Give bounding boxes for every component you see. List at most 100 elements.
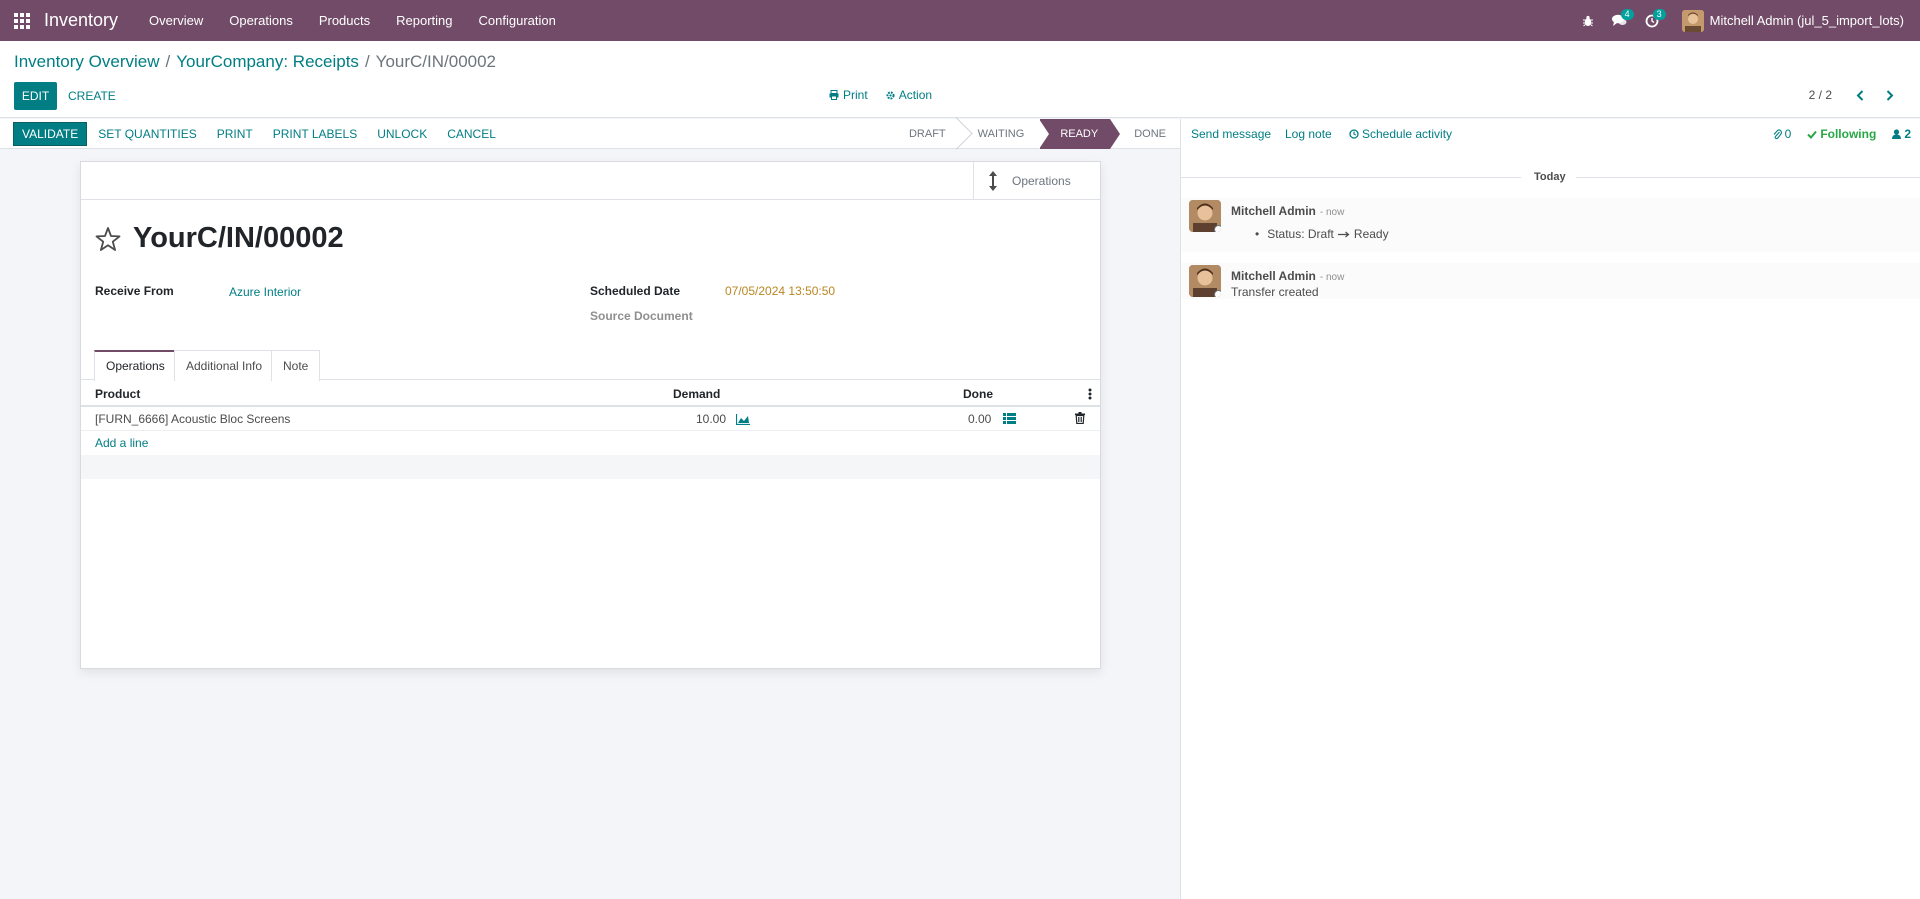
arrow-right-icon xyxy=(1337,231,1350,237)
app-brand[interactable]: Inventory xyxy=(44,10,118,31)
table-header: Product Demand Done xyxy=(81,380,1100,407)
cancel-button[interactable]: CANCEL xyxy=(437,122,506,146)
user-name: Mitchell Admin (jul_5_import_lots) xyxy=(1709,13,1904,28)
breadcrumb: Inventory Overview / YourCompany: Receip… xyxy=(14,52,496,72)
clock-icon xyxy=(1349,129,1359,139)
operations-table: Product Demand Done [FURN_6666] Acoustic… xyxy=(81,380,1100,479)
chatter-topbar: Send message Log note Schedule activity … xyxy=(1181,119,1920,149)
presence-dot xyxy=(1214,290,1221,297)
message-author[interactable]: Mitchell Admin - now xyxy=(1231,204,1344,218)
add-line-link[interactable]: Add a line xyxy=(95,436,148,450)
add-line-row: Add a line xyxy=(81,431,1100,455)
source-document-label: Source Document xyxy=(590,309,693,323)
menu-configuration[interactable]: Configuration xyxy=(466,0,569,41)
row-done: 0.00 xyxy=(968,412,992,426)
followers-button[interactable]: 2 xyxy=(1892,127,1911,141)
breadcrumb-inventory-overview[interactable]: Inventory Overview xyxy=(14,52,160,72)
receive-from-field[interactable]: Azure Interior xyxy=(229,285,301,299)
chatter-message: Mitchell Admin - now • Status: Draft Read… xyxy=(1181,198,1920,252)
stage-waiting[interactable]: WAITING xyxy=(962,119,1033,149)
menu-overview[interactable]: Overview xyxy=(136,0,216,41)
tracking-old-value: Status: Draft xyxy=(1267,227,1334,241)
forecast-chart-icon[interactable] xyxy=(736,414,750,425)
smart-button-box: Operations xyxy=(81,162,1100,200)
validate-button[interactable]: VALIDATE xyxy=(13,122,88,146)
star-icon[interactable] xyxy=(95,226,121,252)
print-menu-button[interactable]: Print xyxy=(829,88,868,102)
presence-dot xyxy=(1214,225,1221,232)
messages-icon[interactable]: 4 xyxy=(1604,0,1636,41)
chatter-message: Mitchell Admin - now Transfer created xyxy=(1181,263,1920,299)
pager-previous-icon[interactable] xyxy=(1852,86,1868,104)
column-product[interactable]: Product xyxy=(95,387,140,401)
gear-icon xyxy=(886,90,895,100)
user-menu[interactable]: Mitchell Admin (jul_5_import_lots) xyxy=(1668,0,1920,41)
print-labels-button[interactable]: PRINT LABELS xyxy=(263,122,367,146)
operations-smart-button[interactable]: Operations xyxy=(973,162,1100,200)
operations-smart-label: Operations xyxy=(1012,174,1071,188)
followers-count: 2 xyxy=(1904,127,1911,141)
message-body: Transfer created xyxy=(1231,285,1319,299)
activities-icon[interactable]: 3 xyxy=(1636,0,1668,41)
column-demand[interactable]: Demand xyxy=(673,387,720,401)
menu-products[interactable]: Products xyxy=(306,0,383,41)
print-button[interactable]: PRINT xyxy=(207,122,263,146)
vertical-arrows-icon xyxy=(989,171,997,191)
print-menu-label: Print xyxy=(843,88,868,102)
tab-operations[interactable]: Operations xyxy=(94,350,177,381)
create-button[interactable]: CREATE xyxy=(68,82,116,110)
menu-reporting[interactable]: Reporting xyxy=(383,0,465,41)
pager-value[interactable]: 2 / 2 xyxy=(1809,88,1832,102)
action-menu-button[interactable]: Action xyxy=(886,88,932,102)
breadcrumb-separator: / xyxy=(364,52,370,71)
attachments-button[interactable]: 0 xyxy=(1773,127,1791,141)
empty-row xyxy=(81,455,1100,479)
printer-icon xyxy=(829,90,839,100)
activities-badge: 3 xyxy=(1652,9,1666,20)
form-view: VALIDATE SET QUANTITIES PRINT PRINT LABE… xyxy=(0,119,1180,899)
scheduled-date-field[interactable]: 07/05/2024 13:50:50 xyxy=(725,284,835,298)
tab-note[interactable]: Note xyxy=(271,350,321,381)
author-avatar[interactable] xyxy=(1189,265,1221,297)
column-done[interactable]: Done xyxy=(963,387,993,401)
menu-operations[interactable]: Operations xyxy=(216,0,306,41)
set-quantities-button[interactable]: SET QUANTITIES xyxy=(88,122,206,146)
breadcrumb-separator: / xyxy=(165,52,171,71)
pager: 2 / 2 xyxy=(1809,86,1898,104)
log-note-button[interactable]: Log note xyxy=(1285,127,1332,141)
apps-menu-icon[interactable] xyxy=(0,0,44,41)
message-date: - now xyxy=(1319,272,1345,283)
message-date: - now xyxy=(1319,207,1345,218)
schedule-activity-label: Schedule activity xyxy=(1362,127,1453,141)
scheduled-date-label: Scheduled Date xyxy=(590,284,681,298)
breadcrumb-current: YourC/IN/00002 xyxy=(375,52,497,71)
bug-icon[interactable] xyxy=(1572,0,1604,41)
paperclip-icon xyxy=(1773,128,1782,139)
optional-columns-icon[interactable] xyxy=(1088,388,1092,400)
table-row[interactable]: [FURN_6666] Acoustic Bloc Screens 10.00 … xyxy=(81,407,1100,431)
notebook-tabs: Operations Additional Info Note xyxy=(81,350,1100,381)
tracking-value: • Status: Draft Ready xyxy=(1255,227,1389,241)
stage-draft[interactable]: DRAFT xyxy=(893,119,962,149)
top-navbar: Inventory Overview Operations Products R… xyxy=(0,0,1920,41)
tab-additional-info[interactable]: Additional Info xyxy=(174,350,275,381)
send-message-button[interactable]: Send message xyxy=(1191,127,1271,141)
receive-from-label: Receive From xyxy=(95,284,174,298)
following-button[interactable]: Following xyxy=(1807,127,1876,141)
message-author[interactable]: Mitchell Admin - now xyxy=(1231,269,1344,283)
control-panel: Inventory Overview / YourCompany: Receip… xyxy=(0,41,1920,118)
breadcrumb-receipts[interactable]: YourCompany: Receipts xyxy=(176,52,359,72)
messages-badge: 4 xyxy=(1620,9,1634,20)
edit-button[interactable]: EDIT xyxy=(14,82,57,110)
tracking-new-value: Ready xyxy=(1353,227,1389,241)
delete-trash-icon[interactable] xyxy=(1075,412,1085,424)
stage-done[interactable]: DONE xyxy=(1110,119,1180,149)
stage-ready[interactable]: READY xyxy=(1039,119,1121,149)
unlock-button[interactable]: UNLOCK xyxy=(367,122,437,146)
record-name[interactable]: YourC/IN/00002 xyxy=(133,222,344,255)
pager-next-icon[interactable] xyxy=(1882,86,1898,104)
user-avatar xyxy=(1681,9,1704,32)
schedule-activity-button[interactable]: Schedule activity xyxy=(1349,127,1452,141)
author-avatar[interactable] xyxy=(1189,200,1221,232)
detailed-operations-icon[interactable] xyxy=(1003,413,1016,424)
